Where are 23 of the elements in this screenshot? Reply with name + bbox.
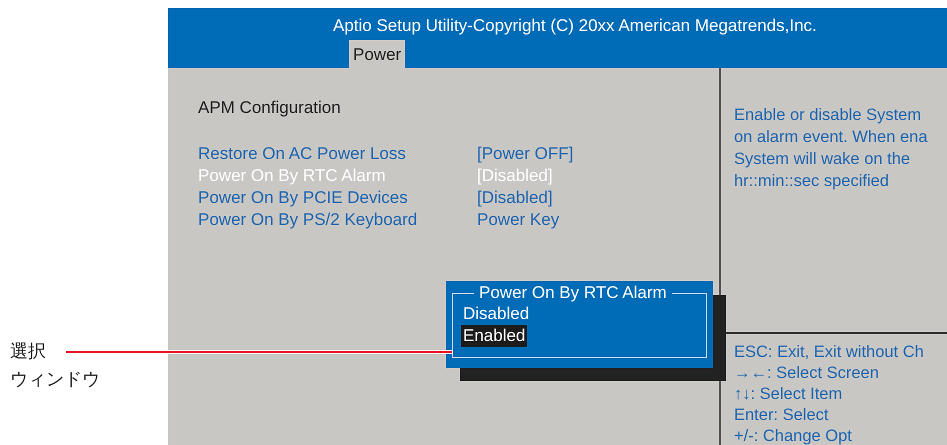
popup-title: Power On By RTC Alarm [474, 283, 672, 303]
popup-option[interactable]: Enabled [461, 325, 528, 347]
section-title: APM Configuration [198, 98, 341, 118]
help-text: Enable or disable System [734, 105, 922, 126]
key-hint: →←: Select Screen [734, 363, 879, 384]
key-hint: ↑↓: Select Item [734, 384, 842, 405]
setting-name[interactable]: Power On By PCIE Devices [198, 188, 477, 210]
key-hint: +/-: Change Opt [734, 426, 852, 445]
callout-label: 選択 [10, 340, 46, 362]
setting-name[interactable]: Power On By PS/2 Keyboard [198, 210, 477, 232]
help-text: on alarm event. When ena [734, 127, 928, 148]
menu-tab[interactable]: Power [349, 40, 406, 68]
key-hint: Enter: Select [734, 405, 828, 426]
key-hint: ESC: Exit, Exit without Ch [734, 342, 924, 363]
window-title: Aptio Setup Utility-Copyright (C) 20xx American Megatrends,Inc. [333, 16, 817, 36]
help-text: hr::min::sec specified [734, 171, 889, 192]
setting-value[interactable]: [Power OFF] [477, 144, 574, 166]
popup-option[interactable]: Disabled [461, 303, 532, 325]
setting-value[interactable]: [Disabled] [477, 188, 553, 210]
help-text: System will wake on the [734, 149, 910, 170]
setting-name[interactable]: Restore On AC Power Loss [198, 144, 477, 166]
callout-label: ウィンドウ [10, 368, 100, 390]
setting-value[interactable]: Power Key [477, 210, 560, 232]
